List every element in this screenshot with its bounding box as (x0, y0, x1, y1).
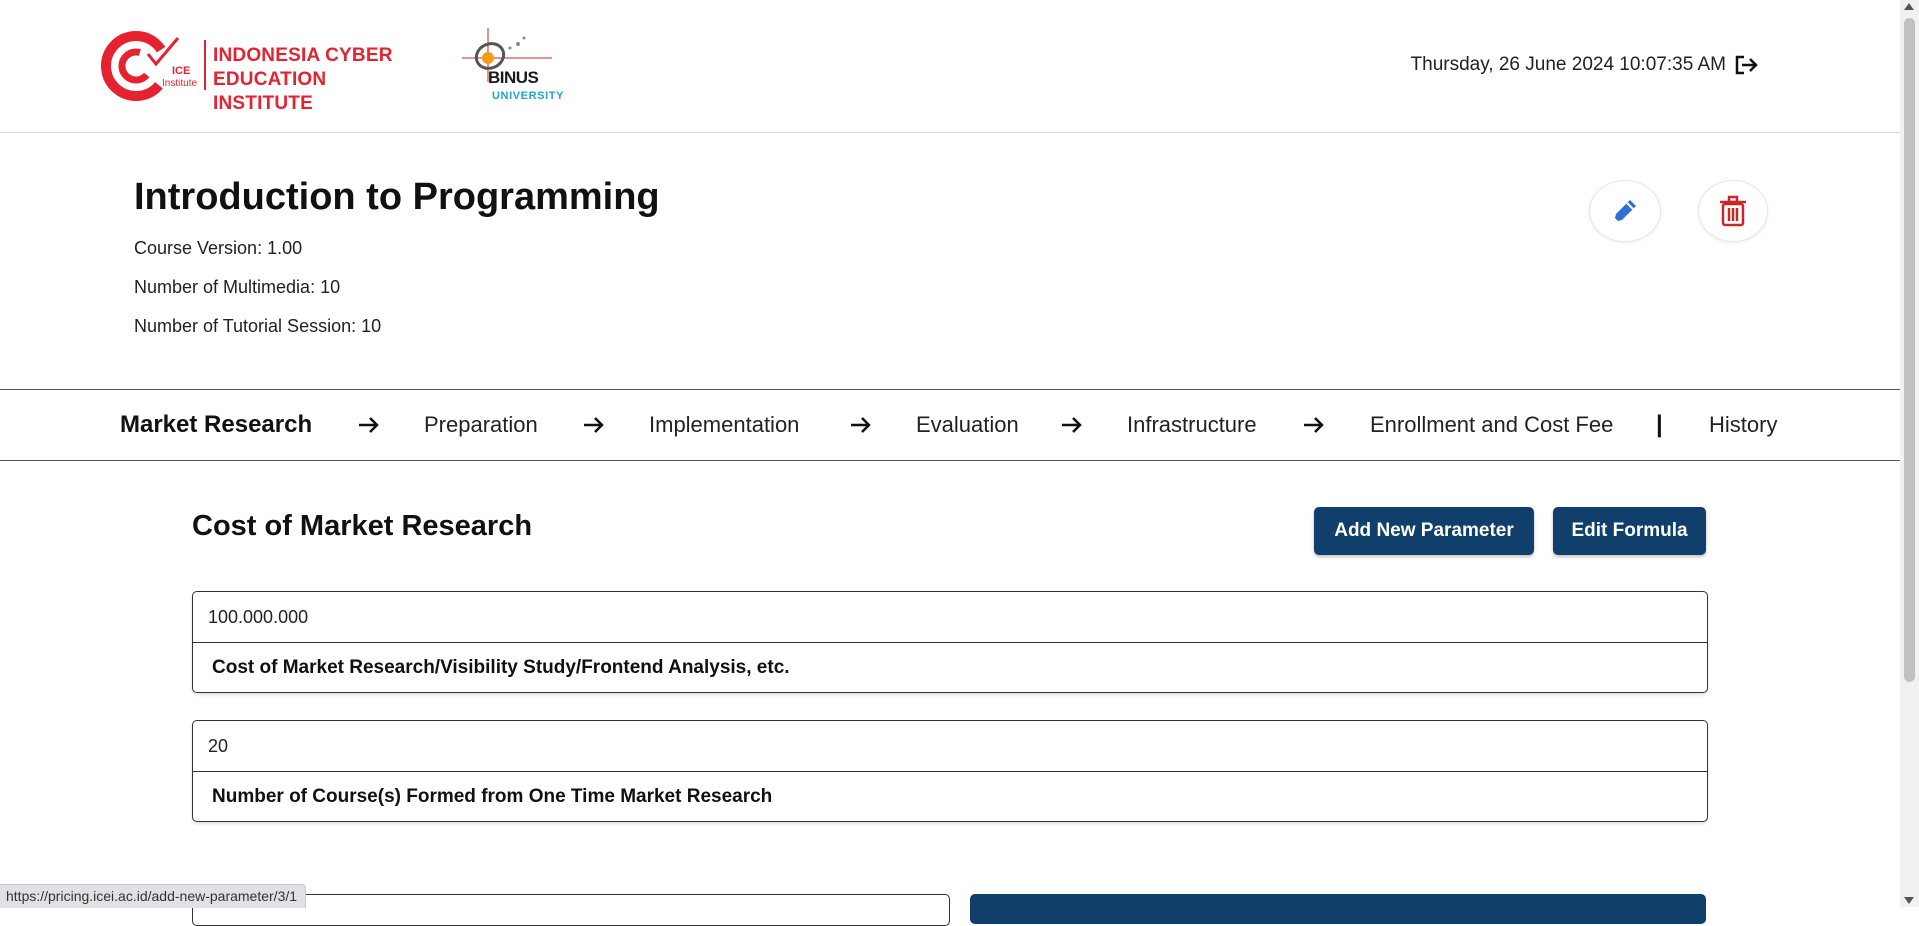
parameter-value[interactable]: 100.000.000 (193, 592, 1707, 643)
arrow-right-icon (1304, 417, 1324, 433)
scroll-down-icon[interactable] (1904, 897, 1914, 904)
arrow-right-icon (359, 417, 379, 433)
course-tutorial: Number of Tutorial Session: 10 (134, 316, 382, 336)
course-version: Course Version: 1.00 (134, 238, 303, 258)
partial-action-panel[interactable] (970, 894, 1706, 924)
arrow-right-icon (851, 417, 871, 433)
parameter-value[interactable]: 20 (193, 721, 1707, 772)
logout-icon[interactable] (1734, 54, 1760, 76)
nav-evaluation[interactable]: Evaluation (916, 390, 1019, 460)
datetime-text: Thursday, 26 June 2024 10:07:35 AM (1410, 54, 1726, 75)
current-datetime: Thursday, 26 June 2024 10:07:35 AM (1411, 54, 1760, 76)
scrollbar-thumb[interactable] (1904, 18, 1915, 682)
vertical-scrollbar[interactable] (1900, 0, 1919, 907)
brand-name: INDONESIA CYBER EDUCATION INSTITUTE (213, 44, 420, 116)
step-navigation: Market Research Preparation Implementati… (0, 389, 1900, 461)
arrow-right-icon (1062, 417, 1082, 433)
badge-line2: Institute (162, 78, 197, 89)
brand-line1: INDONESIA CYBER (213, 45, 393, 66)
course-info: Introduction to Programming Course Versi… (134, 176, 660, 354)
nav-infrastructure[interactable]: Infrastructure (1127, 390, 1257, 460)
status-bar-url: https://pricing.icei.ac.id/add-new-param… (0, 884, 307, 908)
brand-line2: EDUCATION INSTITUTE (213, 69, 327, 114)
edit-course-button[interactable] (1589, 180, 1661, 242)
scroll-up-icon[interactable] (1904, 3, 1914, 10)
nav-preparation[interactable]: Preparation (424, 390, 538, 460)
logo-divider (204, 40, 206, 90)
badge-line1: ICE (172, 65, 190, 77)
binus-logo[interactable]: BINUS UNIVERSITY (458, 24, 565, 108)
section-title: Cost of Market Research (192, 510, 533, 542)
parameter-label: Cost of Market Research/Visibility Study… (212, 657, 790, 678)
nav-market-research[interactable]: Market Research (120, 390, 312, 460)
parameter-card[interactable]: 20 Number of Course(s) Formed from One T… (192, 720, 1708, 822)
edit-formula-button[interactable]: Edit Formula (1553, 507, 1706, 555)
pencil-icon (1614, 200, 1636, 222)
parameter-label: Number of Course(s) Formed from One Time… (212, 786, 773, 807)
nav-separator: | (1656, 411, 1663, 438)
delete-course-button[interactable] (1698, 180, 1768, 242)
nav-implementation[interactable]: Implementation (649, 390, 799, 460)
top-header: ICE Institute INDONESIA CYBER EDUCATION … (0, 0, 1900, 133)
nav-enrollment-cost-fee[interactable]: Enrollment and Cost Fee (1370, 390, 1613, 460)
parameter-card[interactable]: 100.000.000 Cost of Market Research/Visi… (192, 591, 1708, 693)
nav-history[interactable]: History (1709, 390, 1777, 460)
partner-sub: UNIVERSITY (492, 90, 565, 102)
course-title: Introduction to Programming (134, 176, 660, 218)
partner-name: BINUS (488, 68, 539, 87)
arrow-right-icon (584, 417, 604, 433)
trash-icon (1720, 195, 1746, 227)
add-new-parameter-button[interactable]: Add New Parameter (1314, 507, 1534, 555)
icei-emblem-icon: ICE Institute (101, 31, 197, 101)
icei-logo[interactable]: ICE Institute INDONESIA CYBER EDUCATION … (100, 28, 420, 114)
course-multimedia: Number of Multimedia: 10 (134, 277, 341, 297)
